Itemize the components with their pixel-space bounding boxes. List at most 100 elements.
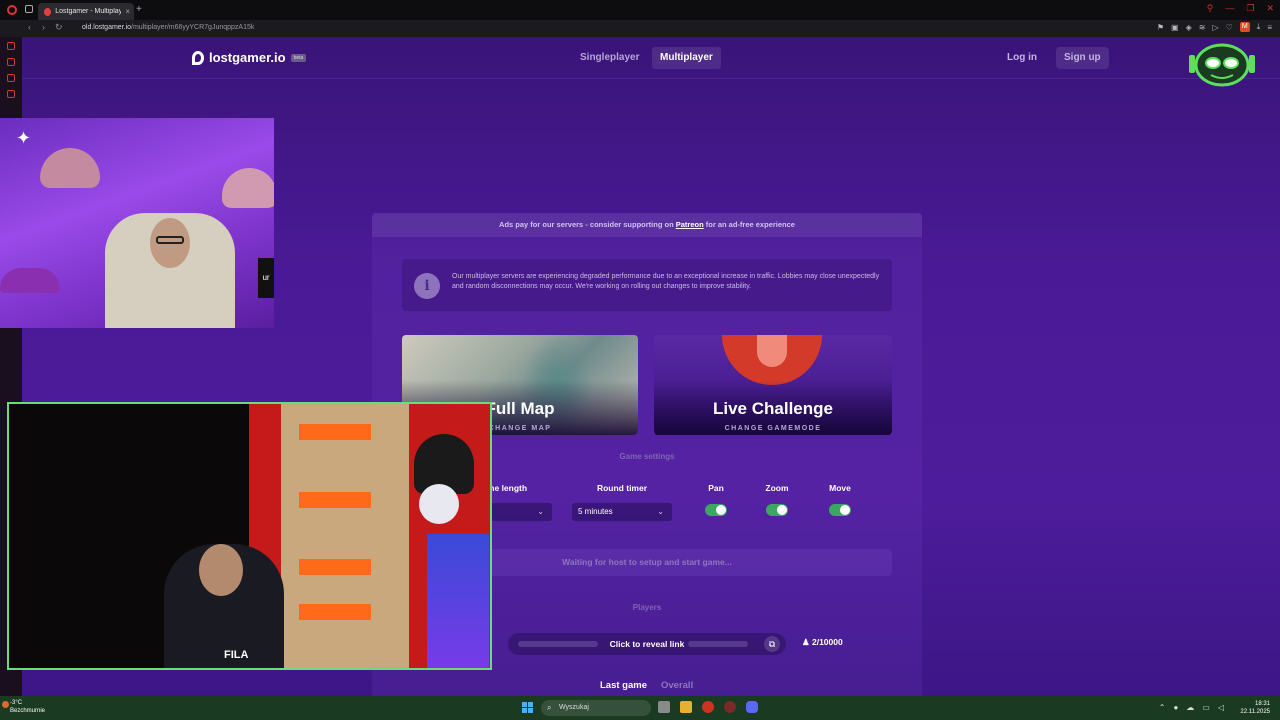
change-gamemode-button[interactable]: CHANGE GAMEMODE xyxy=(654,425,892,432)
url-domain: old.lostgamer.io xyxy=(82,24,132,31)
ads-suffix: for an ad-free experience xyxy=(703,220,795,229)
nav-multiplayer[interactable]: Multiplayer xyxy=(652,47,721,69)
ads-banner: Ads pay for our servers - consider suppo… xyxy=(372,213,922,237)
sidebar-speed-dial-icon[interactable] xyxy=(7,42,15,50)
extension-badge-icon[interactable]: M xyxy=(1239,22,1250,32)
round-timer-value: 5 minutes xyxy=(578,507,613,516)
bookmark-icon[interactable]: ⚑ xyxy=(1157,23,1164,32)
round-timer-setting: Round timer 5 minutes ⌄ xyxy=(572,483,672,521)
toggle-knob xyxy=(840,505,850,515)
back-arrow-icon[interactable]: ‹ xyxy=(28,22,31,32)
server-notice: i Our multiplayer servers are experienci… xyxy=(402,259,892,311)
mushroom-shape xyxy=(40,148,100,188)
logo-text: lostgamer.io xyxy=(209,50,286,65)
window-controls: ⚲ — ❐ ✕ xyxy=(1207,3,1274,14)
maximize-button[interactable]: ❐ xyxy=(1246,3,1254,14)
reveal-link-text[interactable]: Click to reveal link xyxy=(508,633,786,655)
door-pane xyxy=(299,604,371,620)
patreon-link[interactable]: Patreon xyxy=(676,220,704,229)
lostgamer-logo-icon xyxy=(192,50,204,65)
toggle-knob xyxy=(716,505,726,515)
notice-text: Our multiplayer servers are experiencing… xyxy=(452,273,880,290)
tab-overview-icon[interactable] xyxy=(25,5,33,13)
round-timer-label: Round timer xyxy=(596,483,648,493)
file-explorer-icon[interactable] xyxy=(680,701,692,713)
chevron-down-icon: ⌄ xyxy=(657,507,664,516)
info-icon: i xyxy=(414,273,440,299)
play-icon[interactable]: ▷ xyxy=(1212,23,1218,32)
opera-logo-icon[interactable] xyxy=(7,5,17,15)
cloud-icon[interactable]: ☁ xyxy=(1186,703,1194,712)
browser-tab-active[interactable]: Lostgamer - Multiplayer × xyxy=(38,3,134,20)
zoom-toggle[interactable] xyxy=(766,504,788,516)
extension-icons: ⚑ ▣ ◈ ≋ ▷ ♡ M ⤓ ≡ xyxy=(1157,22,1272,32)
copy-link-icon[interactable]: ⧉ xyxy=(764,636,780,652)
chevron-down-icon: ⌄ xyxy=(537,507,544,516)
forward-arrow-icon[interactable]: › xyxy=(42,22,45,32)
webcam-overlay-bottom: FILA xyxy=(7,402,492,670)
sidebar-messenger-icon[interactable] xyxy=(7,74,15,82)
chevron-up-icon[interactable]: ⌃ xyxy=(1159,703,1166,712)
discord-icon[interactable] xyxy=(746,701,758,713)
pan-toggle[interactable] xyxy=(705,504,727,516)
network-icon[interactable]: ▭ xyxy=(1202,703,1210,712)
ads-prefix: Ads pay for our servers - consider suppo… xyxy=(499,220,676,229)
clock-time: 18:31 xyxy=(1254,701,1270,707)
invite-link-field[interactable]: Click to reveal link ⧉ xyxy=(508,633,786,655)
snapshot-icon[interactable]: ▣ xyxy=(1171,23,1179,32)
gamemode-card-title: Live Challenge xyxy=(713,399,833,418)
login-button[interactable]: Log in xyxy=(1007,47,1037,69)
favicon-icon xyxy=(44,7,52,16)
task-view-icon[interactable] xyxy=(658,701,670,713)
mushroom-shape xyxy=(222,168,274,208)
search-tabs-icon[interactable]: ⚲ xyxy=(1207,3,1214,14)
webcam-side-text: ur xyxy=(258,258,274,298)
opera-gx-icon[interactable] xyxy=(724,701,736,713)
volume-icon[interactable]: ◁ xyxy=(1218,703,1224,712)
glasses-shape xyxy=(156,236,184,244)
tab-last-game[interactable]: Last game xyxy=(600,680,647,691)
gamemode-card[interactable]: Live Challenge CHANGE GAMEMODE xyxy=(654,335,892,435)
nav-singleplayer[interactable]: Singleplayer xyxy=(572,47,647,69)
door xyxy=(281,404,409,668)
new-tab-button[interactable]: + xyxy=(136,4,142,15)
sidebar-bag-icon[interactable] xyxy=(7,58,15,66)
taskbar-clock[interactable]: 18:31 22.11.2025 xyxy=(1240,700,1270,716)
move-toggle[interactable] xyxy=(829,504,851,516)
mushroom-shape xyxy=(0,268,60,293)
mic-icon[interactable]: ● xyxy=(1173,703,1178,712)
close-window-button[interactable]: ✕ xyxy=(1266,3,1274,14)
windows-start-icon[interactable] xyxy=(522,702,533,713)
minimize-button[interactable]: — xyxy=(1225,3,1234,14)
site-logo[interactable]: lostgamer.io beta xyxy=(192,50,307,65)
player-count: ♟ 2/10000 xyxy=(802,637,843,648)
search-icon: ⌕ xyxy=(547,703,552,712)
site-header: lostgamer.io beta Singleplayer Multiplay… xyxy=(22,37,1280,79)
weather-widget[interactable]: -3°C Bezchmurnie xyxy=(10,699,45,715)
tab-title: Lostgamer - Multiplayer xyxy=(55,8,122,15)
download-icon[interactable]: ⤓ xyxy=(1257,22,1261,32)
round-timer-select[interactable]: 5 minutes ⌄ xyxy=(572,503,672,521)
translate-icon[interactable]: ≋ xyxy=(1199,23,1206,32)
tab-close-icon[interactable]: × xyxy=(125,7,130,16)
stream-mascot-icon xyxy=(1189,43,1255,87)
heart-icon[interactable]: ♡ xyxy=(1226,23,1233,32)
taskbar-search[interactable]: ⌕ Wyszukaj xyxy=(541,700,651,716)
toggle-knob xyxy=(777,505,787,515)
blue-lamp xyxy=(427,534,489,668)
temperature: -3°C xyxy=(10,700,23,706)
door-pane xyxy=(299,492,371,508)
tab-overall[interactable]: Overall xyxy=(661,680,693,691)
reload-icon[interactable]: ↻ xyxy=(55,22,63,33)
webcam-overlay-top: ✦ ur xyxy=(0,118,274,328)
browser-tab-bar: Lostgamer - Multiplayer × + ⚲ — ❐ ✕ xyxy=(0,0,1280,20)
door-pane xyxy=(299,559,371,575)
sidebar-instagram-icon[interactable] xyxy=(7,90,15,98)
address-bar-input[interactable]: old.lostgamer.io/multiplayer/m66yyYCR7gJ… xyxy=(74,22,1134,34)
shirt-logo: FILA xyxy=(224,649,249,661)
shield-icon[interactable]: ◈ xyxy=(1186,23,1192,32)
signup-button[interactable]: Sign up xyxy=(1056,47,1109,69)
zoom-label: Zoom xyxy=(765,483,789,493)
menu-icon[interactable]: ≡ xyxy=(1267,23,1272,32)
opera-icon[interactable] xyxy=(702,701,714,713)
